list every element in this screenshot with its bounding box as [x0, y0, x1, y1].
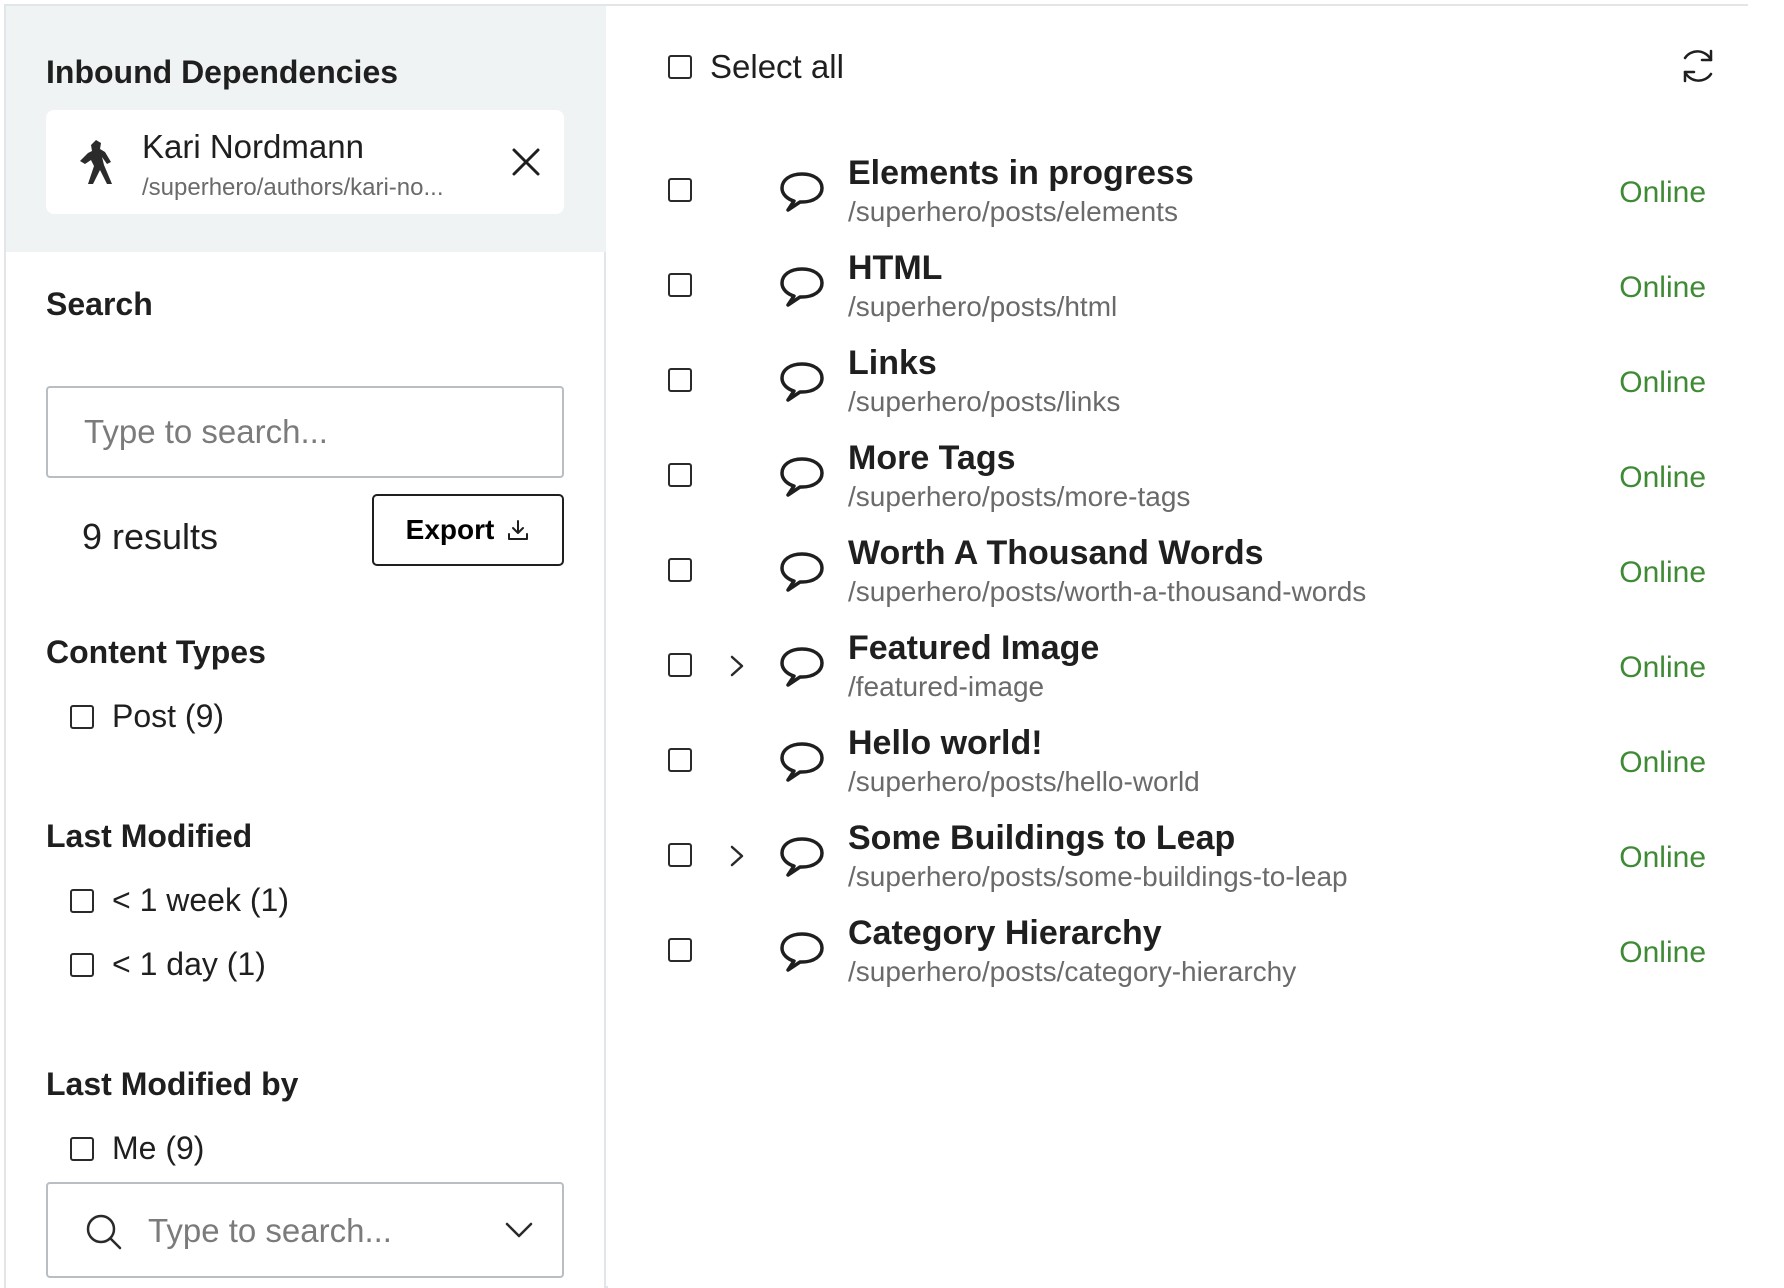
- list-item[interactable]: Category Hierarchy/superhero/posts/categ…: [608, 896, 1748, 1004]
- item-path: /superhero/posts/html: [848, 291, 1118, 322]
- checkbox[interactable]: [70, 704, 94, 729]
- status-badge: Online: [1619, 461, 1706, 494]
- item-title[interactable]: Category Hierarchy: [848, 914, 1162, 953]
- list-item[interactable]: Hello world!/superhero/posts/hello-world…: [608, 706, 1748, 814]
- list-item[interactable]: Elements in progress/superhero/posts/ele…: [608, 136, 1748, 244]
- filter-option-day[interactable]: < 1 day (1): [70, 946, 266, 983]
- status-badge: Online: [1619, 746, 1706, 779]
- item-title[interactable]: Hello world!: [848, 724, 1043, 763]
- checkbox[interactable]: [70, 952, 94, 977]
- people-select-placeholder: Type to search...: [148, 1212, 392, 1249]
- speech-bubble-icon: [780, 932, 824, 972]
- item-title[interactable]: Featured Image: [848, 629, 1099, 668]
- chevron-right-icon[interactable]: [726, 841, 748, 871]
- list-item[interactable]: More Tags/superhero/posts/more-tags Onlin…: [608, 421, 1748, 529]
- filter-option-week[interactable]: < 1 week (1): [70, 882, 289, 919]
- item-path: /superhero/posts/more-tags: [848, 481, 1191, 512]
- item-title[interactable]: Worth A Thousand Words: [848, 534, 1264, 573]
- filter-option-label: Me (9): [112, 1130, 205, 1166]
- item-checkbox[interactable]: [668, 463, 692, 487]
- item-title[interactable]: HTML: [848, 249, 942, 288]
- select-all-checkbox[interactable]: [668, 55, 692, 79]
- download-icon: [508, 520, 529, 540]
- speech-bubble-icon: [780, 457, 824, 497]
- dependency-list: Select all Elements in progress/superher…: [608, 6, 1748, 1288]
- status-badge: Online: [1619, 841, 1706, 874]
- filter-sidebar: Inbound Dependencies Kari Nordmann /supe…: [6, 6, 606, 1288]
- author-name: Kari Nordmann: [142, 128, 364, 165]
- item-path: /superhero/posts/links: [848, 386, 1121, 417]
- content-types-title: Content Types: [46, 634, 266, 670]
- status-badge: Online: [1619, 176, 1706, 209]
- remove-dependency-close-icon[interactable]: [508, 144, 544, 180]
- filter-option-label: Post (9): [112, 698, 225, 734]
- status-badge: Online: [1619, 271, 1706, 304]
- item-title[interactable]: More Tags: [848, 439, 1016, 478]
- status-badge: Online: [1619, 651, 1706, 684]
- filter-option-label: < 1 day (1): [112, 946, 266, 982]
- export-label: Export: [405, 514, 495, 545]
- status-badge: Online: [1619, 556, 1706, 589]
- speech-bubble-icon: [780, 552, 824, 592]
- item-title[interactable]: Elements in progress: [848, 154, 1194, 193]
- last-modified-by-title: Last Modified by: [46, 1066, 299, 1102]
- results-count: 9 results: [82, 516, 219, 557]
- item-checkbox[interactable]: [668, 653, 692, 677]
- speech-bubble-icon: [780, 362, 824, 402]
- search-input[interactable]: [48, 388, 562, 476]
- author-card: Kari Nordmann /superhero/authors/kari-no…: [46, 110, 564, 214]
- speech-bubble-icon: [780, 267, 824, 307]
- search-box: [46, 386, 564, 478]
- last-modified-title: Last Modified: [46, 818, 253, 854]
- status-badge: Online: [1619, 936, 1706, 969]
- list-item[interactable]: Links/superhero/posts/links Online: [608, 326, 1748, 434]
- item-checkbox[interactable]: [668, 558, 692, 582]
- speech-bubble-icon: [780, 172, 824, 212]
- item-path: /superhero/posts/some-buildings-to-leap: [848, 861, 1348, 892]
- filter-option-post[interactable]: Post (9): [70, 698, 224, 735]
- select-all-label: Select all: [710, 48, 844, 85]
- filter-option-label: < 1 week (1): [112, 882, 289, 918]
- item-path: /featured-image: [848, 671, 1045, 702]
- speech-bubble-icon: [780, 742, 824, 782]
- list-item[interactable]: Worth A Thousand Words/superhero/posts/w…: [608, 516, 1748, 624]
- speech-bubble-icon: [780, 647, 824, 687]
- item-checkbox[interactable]: [668, 938, 692, 962]
- checkbox[interactable]: [70, 888, 94, 913]
- checkbox[interactable]: [70, 1136, 94, 1161]
- item-path: /superhero/posts/worth-a-thousand-words: [848, 576, 1367, 607]
- item-path: /superhero/posts/hello-world: [848, 766, 1200, 797]
- filter-option-me[interactable]: Me (9): [70, 1130, 204, 1167]
- speech-bubble-icon: [780, 837, 824, 877]
- item-path: /superhero/posts/elements: [848, 196, 1178, 227]
- chevron-down-icon[interactable]: [504, 1218, 534, 1242]
- item-checkbox[interactable]: [668, 748, 692, 772]
- item-checkbox[interactable]: [668, 368, 692, 392]
- list-item[interactable]: HTML/superhero/posts/html Online: [608, 231, 1748, 339]
- item-checkbox[interactable]: [668, 273, 692, 297]
- inbound-dependencies-panel: Inbound Dependencies Kari Nordmann /supe…: [6, 6, 606, 252]
- author-path: /superhero/authors/kari-no...: [142, 174, 444, 201]
- status-badge: Online: [1619, 366, 1706, 399]
- select-all[interactable]: Select all: [668, 48, 844, 86]
- list-item[interactable]: Featured Image/featured-image Online: [608, 611, 1748, 719]
- chevron-right-icon[interactable]: [726, 651, 748, 681]
- search-icon: [86, 1214, 122, 1250]
- search-title: Search: [46, 286, 153, 322]
- inbound-dependencies-title: Inbound Dependencies: [46, 54, 399, 90]
- refresh-icon[interactable]: [1678, 46, 1718, 86]
- superhero-avatar-icon: [80, 140, 112, 184]
- item-checkbox[interactable]: [668, 843, 692, 867]
- item-path: /superhero/posts/category-hierarchy: [848, 956, 1297, 987]
- item-title[interactable]: Links: [848, 344, 937, 383]
- list-item[interactable]: Some Buildings to Leap/superhero/posts/s…: [608, 801, 1748, 909]
- export-button[interactable]: Export: [372, 494, 564, 566]
- people-select[interactable]: Type to search...: [46, 1182, 564, 1278]
- item-title[interactable]: Some Buildings to Leap: [848, 819, 1235, 858]
- item-checkbox[interactable]: [668, 178, 692, 202]
